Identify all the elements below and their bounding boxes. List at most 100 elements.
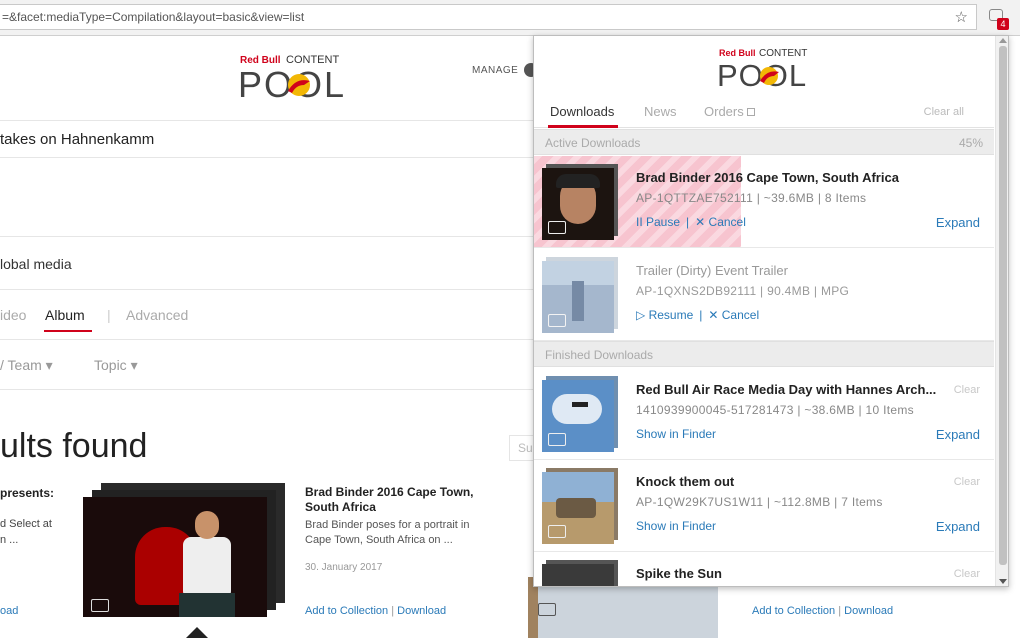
section-label: Finished Downloads <box>545 348 654 362</box>
expand-button[interactable]: Expand <box>936 519 980 534</box>
clear-all-button[interactable]: Clear all <box>924 106 964 118</box>
tab-downloads[interactable]: Downloads <box>550 104 614 119</box>
tab-advanced[interactable]: Advanced <box>126 307 188 323</box>
card2-actions: Add to Collection | Download <box>752 605 893 617</box>
download-actions: ▷ Resume | ✕ Cancel <box>636 308 759 322</box>
add-to-collection-link[interactable]: Add to Collection <box>752 605 835 617</box>
action-separator: | <box>686 215 690 229</box>
download-title: Trailer (Dirty) Event Trailer <box>636 263 788 278</box>
logo-brand-text: Red Bull <box>719 48 756 58</box>
video-icon <box>548 314 566 327</box>
download-title: Red Bull Air Race Media Day with Hannes … <box>636 382 937 397</box>
cancel-button[interactable]: ✕ Cancel <box>708 308 759 322</box>
download-meta: AP-1QTTZAE752111 | ~39.6MB | 8 Items <box>636 191 867 205</box>
results-count-heading: ults found <box>0 427 148 465</box>
expand-button[interactable]: Expand <box>936 427 980 442</box>
download-actions: II Pause | ✕ Cancel <box>636 215 746 229</box>
download-thumbnail <box>542 560 618 586</box>
download-title: Spike the Sun <box>636 566 722 581</box>
download-thumbnail <box>542 468 618 544</box>
clear-button[interactable]: Clear <box>954 384 980 396</box>
tab-video[interactable]: ideo <box>0 307 26 323</box>
card-date: 30. January 2017 <box>305 562 383 573</box>
download-meta: AP-1QXNS2DB92111 | 90.4MB | MPG <box>636 284 850 298</box>
clear-button[interactable]: Clear <box>954 476 980 488</box>
browser-toolbar: =&facet:mediaType=Compilation&layout=bas… <box>0 0 1020 36</box>
finished-item: Spike the Sun Clear <box>534 552 994 586</box>
thumb-figure <box>572 281 584 321</box>
bookmark-star-icon[interactable]: ☆ <box>955 8 968 26</box>
video-icon <box>538 603 556 616</box>
tab-downloads-underline <box>548 125 618 128</box>
clear-button[interactable]: Clear <box>954 568 980 580</box>
filter-team-dropdown[interactable]: / Team ▾ <box>0 357 53 374</box>
download-meta: AP-1QW29K7US1W11 | ~112.8MB | 7 Items <box>636 495 883 509</box>
manage-label: MANAGE <box>472 65 519 76</box>
thumb-plane <box>572 402 588 407</box>
thumbnail-person-head <box>195 511 219 539</box>
video-icon <box>91 599 109 612</box>
section-label: Active Downloads <box>545 136 641 150</box>
popup-scrollbar[interactable] <box>995 36 1008 586</box>
pause-button[interactable]: II Pause <box>636 215 680 229</box>
divider <box>0 157 533 158</box>
page-title: takes on Hahnenkamm <box>0 131 155 148</box>
card-description: Brad Binder poses for a portrait in Cape… <box>305 519 470 546</box>
download-thumbnail <box>542 257 618 333</box>
download-link[interactable]: Download <box>844 605 893 617</box>
finished-item: Knock them out Clear AP-1QW29K7US1W11 | … <box>534 460 994 552</box>
card-title[interactable]: Brad Binder 2016 Cape Town, South Africa <box>305 485 505 515</box>
album-thumbnail[interactable] <box>83 497 267 617</box>
filter-topic-dropdown[interactable]: Topic ▾ <box>94 357 138 374</box>
selected-arrow-icon <box>186 627 208 638</box>
add-to-collection-link[interactable]: Add to Collection <box>305 605 388 617</box>
scroll-down-icon[interactable] <box>999 579 1007 584</box>
action-separator: | <box>699 308 703 322</box>
download-meta: 1410939900045-517281473 | ~38.6MB | 10 I… <box>636 403 914 417</box>
expand-button[interactable]: Expand <box>936 215 980 230</box>
link-separator: | <box>391 605 395 617</box>
scroll-up-icon[interactable] <box>999 38 1007 43</box>
extension-button[interactable]: 4 <box>986 6 1009 30</box>
tab-separator: | <box>107 307 111 323</box>
cancel-button[interactable]: ✕ Cancel <box>695 215 746 229</box>
show-in-finder-link[interactable]: Show in Finder <box>636 427 716 441</box>
thumb-cloud <box>552 394 602 424</box>
download-thumbnail <box>542 376 618 452</box>
downloads-popup: Red Bull CONTENT POOL Downloads News Ord… <box>533 35 1009 587</box>
download-item: Trailer (Dirty) Event Trailer AP-1QXNS2D… <box>534 249 994 341</box>
finished-item: Red Bull Air Race Media Day with Hannes … <box>534 368 994 460</box>
content-pool-logo: Red Bull CONTENT POOL <box>717 48 807 88</box>
tab-album[interactable]: Album <box>45 307 85 323</box>
show-in-finder-link[interactable]: Show in Finder <box>636 519 716 533</box>
presents-label: presents: <box>0 486 55 500</box>
presents-description: d Select at <box>0 518 52 530</box>
tab-orders[interactable]: Orders <box>704 104 755 119</box>
download-link[interactable]: Download <box>397 605 446 617</box>
presents-description: n ... <box>0 534 19 546</box>
divider <box>0 236 533 237</box>
external-link-icon <box>746 108 755 116</box>
overall-progress: 45% <box>958 136 983 150</box>
active-downloads-header: Active Downloads 45% <box>534 129 994 155</box>
divider <box>0 289 533 290</box>
content-pool-logo[interactable]: Red Bull CONTENT POOL <box>238 51 354 99</box>
thumb-cap <box>556 174 600 188</box>
card-actions: Add to Collection | Download <box>305 605 446 617</box>
global-media-label: lobal media <box>0 256 72 272</box>
address-url[interactable]: =&facet:mediaType=Compilation&layout=bas… <box>2 10 304 24</box>
video-icon <box>548 525 566 538</box>
scroll-thumb[interactable] <box>999 46 1007 565</box>
thumb-image <box>542 564 614 586</box>
resume-button[interactable]: ▷ Resume <box>636 308 693 322</box>
divider <box>0 120 533 121</box>
address-bar[interactable]: =&facet:mediaType=Compilation&layout=bas… <box>0 4 977 30</box>
link-separator: | <box>838 605 842 617</box>
tab-news[interactable]: News <box>644 104 677 119</box>
thumbnail-person <box>183 537 231 599</box>
download-thumbnail <box>542 164 618 240</box>
video-icon <box>548 433 566 446</box>
download-title: Brad Binder 2016 Cape Town, South Africa <box>636 170 899 185</box>
download-link[interactable]: oad <box>0 605 18 617</box>
download-item: 45% Brad Binder 2016 Cape Town, South Af… <box>534 156 994 248</box>
